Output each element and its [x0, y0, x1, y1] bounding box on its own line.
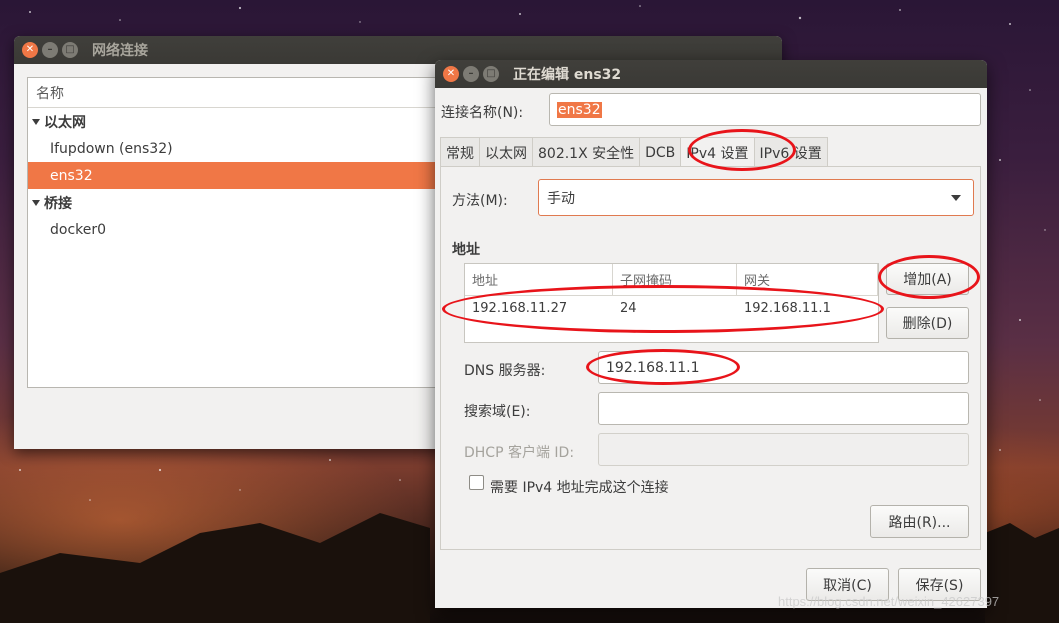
add-address-button[interactable]: 增加(A) — [886, 263, 969, 295]
edit-connection-dialog: ✕ – □ 正在编辑 ens32 连接名称(N): ens32 常规 以太网 8… — [435, 60, 987, 608]
tab-ipv6-settings[interactable]: IPv6 设置 — [753, 137, 828, 167]
maximize-icon[interactable]: □ — [62, 42, 78, 58]
cell-netmask[interactable]: 24 — [613, 296, 737, 320]
tab-dcb[interactable]: DCB — [639, 137, 682, 167]
tab-ethernet[interactable]: 以太网 — [479, 137, 533, 167]
column-header-gateway[interactable]: 网关 — [737, 264, 878, 295]
connection-list: 名称 以太网 Ifupdown (ens32) ens32 桥接 docker0 — [27, 77, 447, 388]
dialog-titlebar[interactable]: ✕ – □ 正在编辑 ens32 — [435, 60, 987, 88]
search-domain-label: 搜索域(E): — [464, 404, 531, 420]
connection-name-value: ens32 — [557, 101, 602, 118]
list-item-ens32[interactable]: ens32 — [28, 162, 446, 189]
tab-bar: 常规 以太网 802.1X 安全性 DCB IPv4 设置 IPv6 设置 — [440, 137, 828, 167]
chevron-down-icon — [951, 195, 961, 201]
table-row[interactable]: 192.168.11.27 24 192.168.11.1 — [465, 296, 878, 320]
close-icon[interactable]: ✕ — [22, 42, 38, 58]
address-table-header: 地址 子网掩码 网关 — [465, 264, 878, 296]
connection-name-input[interactable]: ens32 — [549, 93, 981, 126]
ipv4-settings-panel: 方法(M): 手动 地址 地址 子网掩码 网关 192.168.11.27 24… — [440, 166, 981, 550]
list-header[interactable]: 名称 — [28, 78, 446, 108]
column-header-netmask[interactable]: 子网掩码 — [613, 264, 737, 295]
dialog-title: 正在编辑 ens32 — [513, 67, 622, 83]
dhcp-client-id-label: DHCP 客户端 ID: — [464, 445, 575, 461]
dhcp-client-id-input — [598, 433, 969, 466]
window-title: 网络连接 — [92, 43, 148, 59]
delete-address-button[interactable]: 删除(D) — [886, 307, 969, 339]
maximize-icon[interactable]: □ — [483, 66, 499, 82]
method-dropdown[interactable]: 手动 — [538, 179, 974, 216]
expander-arrow-icon[interactable] — [32, 199, 40, 206]
group-label: 桥接 — [44, 195, 72, 212]
list-item-docker0[interactable]: docker0 — [28, 216, 446, 243]
tab-ipv4-settings[interactable]: IPv4 设置 — [680, 137, 755, 167]
cell-gateway[interactable]: 192.168.11.1 — [737, 296, 878, 320]
group-ethernet[interactable]: 以太网 — [28, 108, 446, 135]
expander-arrow-icon[interactable] — [32, 118, 40, 125]
search-domain-input[interactable] — [598, 392, 969, 425]
require-ipv4-label[interactable]: 需要 IPv4 地址完成这个连接 — [490, 477, 669, 497]
require-ipv4-checkbox[interactable] — [469, 475, 484, 490]
cell-address[interactable]: 192.168.11.27 — [465, 296, 613, 320]
address-table: 地址 子网掩码 网关 192.168.11.27 24 192.168.11.1 — [464, 263, 879, 343]
watermark-text: https://blog.csdn.net/weixin_42627397 — [778, 594, 1000, 609]
group-bridge[interactable]: 桥接 — [28, 189, 446, 216]
tab-general[interactable]: 常规 — [440, 137, 480, 167]
column-header-address[interactable]: 地址 — [465, 264, 613, 295]
routes-button[interactable]: 路由(R)... — [870, 505, 969, 538]
tab-8021x-security[interactable]: 802.1X 安全性 — [532, 137, 641, 167]
address-section-title: 地址 — [452, 242, 480, 258]
dns-server-value: 192.168.11.1 — [606, 359, 700, 376]
connection-name-label: 连接名称(N): — [441, 105, 524, 121]
minimize-icon[interactable]: – — [463, 66, 479, 82]
list-item-ifupdown[interactable]: Ifupdown (ens32) — [28, 135, 446, 162]
dns-label: DNS 服务器: — [464, 363, 546, 379]
method-label: 方法(M): — [452, 193, 508, 209]
method-value: 手动 — [547, 190, 575, 207]
dns-server-input[interactable]: 192.168.11.1 — [598, 351, 969, 384]
group-label: 以太网 — [44, 114, 86, 131]
minimize-icon[interactable]: – — [42, 42, 58, 58]
close-icon[interactable]: ✕ — [443, 66, 459, 82]
